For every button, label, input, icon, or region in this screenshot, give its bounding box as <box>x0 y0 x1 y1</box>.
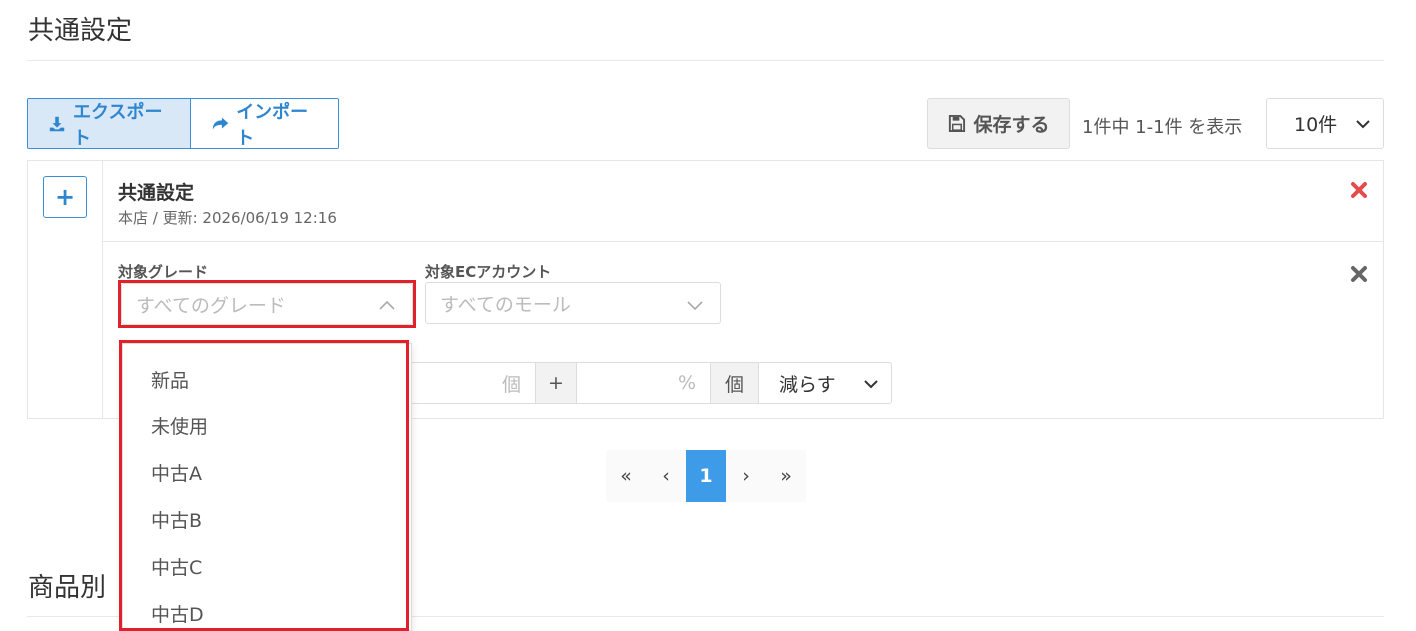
result-count: 1件中 1-1件 を表示 <box>1082 117 1243 138</box>
save-button[interactable]: 保存する <box>927 98 1070 149</box>
card-row-divider <box>103 241 1383 242</box>
page-first[interactable]: « <box>606 450 646 502</box>
pagination: « ‹ 1 › » <box>606 450 806 502</box>
card-column-divider <box>102 161 103 418</box>
page-next[interactable]: › <box>726 450 766 502</box>
ec-placeholder: すべてのモール <box>440 293 571 316</box>
plus-icon: + <box>54 183 76 211</box>
export-button[interactable]: エクスポート <box>28 99 191 148</box>
mode-value: 減らす <box>779 373 836 396</box>
ec-account-select[interactable]: すべてのモール <box>425 282 721 324</box>
export-label: エクスポート <box>73 101 163 149</box>
quantity-input[interactable]: 個 <box>408 362 535 404</box>
section-title: 商品別 <box>28 573 107 603</box>
page-title: 共通設定 <box>28 16 133 46</box>
expand-button[interactable]: + <box>43 176 87 218</box>
title-divider <box>27 60 1384 61</box>
page-current[interactable]: 1 <box>686 450 726 502</box>
import-label: インポート <box>236 101 309 149</box>
chevron-down-icon <box>687 301 703 311</box>
rule-name: 共通設定 <box>118 182 195 204</box>
grade-label: 対象グレード <box>118 263 209 281</box>
adjustment-row: 個 + % 個 減らす <box>408 362 892 404</box>
delete-condition-icon[interactable] <box>1350 265 1368 283</box>
grade-select-highlight <box>118 280 416 328</box>
per-page-value: 10件 <box>1294 114 1338 136</box>
export-import-group: エクスポート インポート <box>27 98 339 149</box>
page-prev[interactable]: ‹ <box>646 450 686 502</box>
mode-select[interactable]: 減らす <box>758 362 892 404</box>
percent-input[interactable]: % <box>576 362 710 404</box>
chevron-down-icon <box>1356 120 1370 129</box>
delete-rule-icon[interactable] <box>1350 181 1368 199</box>
page-last[interactable]: » <box>766 450 806 502</box>
grade-dropdown-highlight <box>119 340 409 631</box>
unit-addon: 個 <box>710 362 758 404</box>
download-icon <box>49 116 65 131</box>
per-page-select[interactable]: 10件 <box>1266 98 1384 149</box>
chevron-down-icon <box>864 380 878 389</box>
import-button[interactable]: インポート <box>191 99 338 148</box>
plus-addon: + <box>535 362 576 404</box>
rule-meta: 本店 / 更新: 2026/06/19 12:16 <box>118 209 337 227</box>
floppy-disk-icon <box>949 114 966 133</box>
share-arrow-icon <box>212 117 229 129</box>
save-label: 保存する <box>973 114 1050 136</box>
ec-account-label: 対象ECアカウント <box>425 263 552 281</box>
